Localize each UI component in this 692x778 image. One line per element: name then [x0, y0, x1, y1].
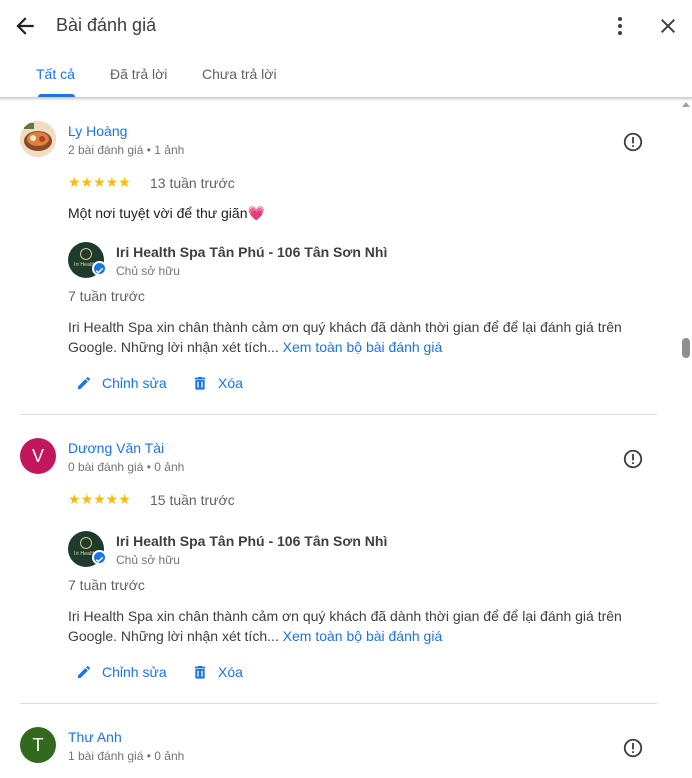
divider — [20, 703, 657, 704]
delete-reply-button[interactable]: Xóa — [192, 664, 243, 680]
report-icon — [623, 132, 643, 152]
review-time: 15 tuần trước — [150, 492, 235, 508]
spa-logo-icon — [80, 537, 92, 549]
reply-text: Iri Health Spa xin chân thành cảm ơn quý… — [68, 317, 648, 357]
tab-all[interactable]: Tất cả — [36, 66, 75, 82]
reviewer-meta: 1 bài đánh giá • 0 ảnh — [68, 749, 185, 763]
back-button[interactable] — [12, 13, 38, 39]
arrow-left-icon — [16, 17, 34, 35]
avatar[interactable]: T — [20, 727, 56, 763]
reviewer-meta: 0 bài đánh giá • 0 ảnh — [68, 460, 185, 474]
divider — [20, 414, 657, 415]
tab-unreplied[interactable]: Chưa trả lời — [202, 66, 277, 82]
see-full-review-link[interactable]: Xem toàn bộ bài đánh giá — [283, 339, 443, 355]
pencil-icon — [78, 376, 91, 389]
tab-replied[interactable]: Đã trả lời — [110, 66, 167, 82]
spa-logo-icon — [80, 248, 92, 260]
delete-label: Xóa — [218, 375, 243, 391]
review-text: Một nơi tuyệt vời để thư giãn💗 — [68, 205, 265, 222]
close-icon — [661, 19, 675, 33]
page-title: Bài đánh giá — [56, 15, 157, 35]
check-badge-icon — [92, 550, 107, 565]
owner-role: Chủ sở hữu — [116, 264, 180, 278]
report-icon — [623, 738, 643, 758]
review-text-body: Một nơi tuyệt vời để thư giãn — [68, 205, 248, 221]
reviewer-meta: 2 bài đánh giá • 1 ảnh — [68, 143, 185, 157]
avatar[interactable] — [20, 121, 56, 157]
scrollbar[interactable] — [680, 100, 692, 778]
close-button[interactable] — [656, 13, 680, 39]
reviewer-name[interactable]: Thư Anh — [68, 729, 122, 745]
food-photo-icon — [20, 121, 56, 157]
trash-icon — [194, 666, 206, 679]
reviews-list[interactable]: Ly Hoàng 2 bài đánh giá • 1 ảnh ★★★★★ 13… — [0, 100, 692, 778]
review-time: 13 tuần trước — [150, 175, 235, 191]
edit-reply-button[interactable]: Chỉnh sửa — [76, 664, 167, 680]
tab-bar: Tất cả Đã trả lời Chưa trả lời — [0, 52, 692, 98]
reviewer-name[interactable]: Ly Hoàng — [68, 123, 127, 139]
scroll-thumb[interactable] — [682, 338, 690, 358]
more-options-button[interactable] — [608, 13, 632, 39]
heart-icon: 💗 — [247, 205, 265, 221]
trash-icon — [194, 377, 206, 390]
report-button[interactable] — [622, 131, 644, 153]
report-icon — [623, 449, 643, 469]
edit-label: Chỉnh sửa — [102, 664, 167, 680]
owner-name: Iri Health Spa Tân Phú - 106 Tân Sơn Nhì — [116, 533, 388, 549]
edit-label: Chỉnh sửa — [102, 375, 167, 391]
delete-label: Xóa — [218, 664, 243, 680]
report-button[interactable] — [622, 737, 644, 759]
star-rating: ★★★★★ — [68, 174, 131, 190]
more-vert-icon — [618, 17, 622, 35]
reply-time: 7 tuần trước — [68, 288, 145, 304]
reply-time: 7 tuần trước — [68, 577, 145, 593]
scroll-up-arrow-icon[interactable] — [682, 102, 690, 107]
pencil-icon — [78, 665, 91, 678]
reply-text: Iri Health Spa xin chân thành cảm ơn quý… — [68, 606, 648, 646]
check-badge-icon — [92, 261, 107, 276]
edit-reply-button[interactable]: Chỉnh sửa — [76, 375, 167, 391]
star-rating: ★★★★★ — [68, 491, 131, 507]
owner-name: Iri Health Spa Tân Phú - 106 Tân Sơn Nhì — [116, 244, 388, 260]
top-bar: Bài đánh giá — [0, 0, 692, 52]
see-full-review-link[interactable]: Xem toàn bộ bài đánh giá — [283, 628, 443, 644]
reviewer-name[interactable]: Dương Văn Tài — [68, 440, 164, 456]
report-button[interactable] — [622, 448, 644, 470]
owner-role: Chủ sở hữu — [116, 553, 180, 567]
delete-reply-button[interactable]: Xóa — [192, 375, 243, 391]
avatar[interactable]: V — [20, 438, 56, 474]
